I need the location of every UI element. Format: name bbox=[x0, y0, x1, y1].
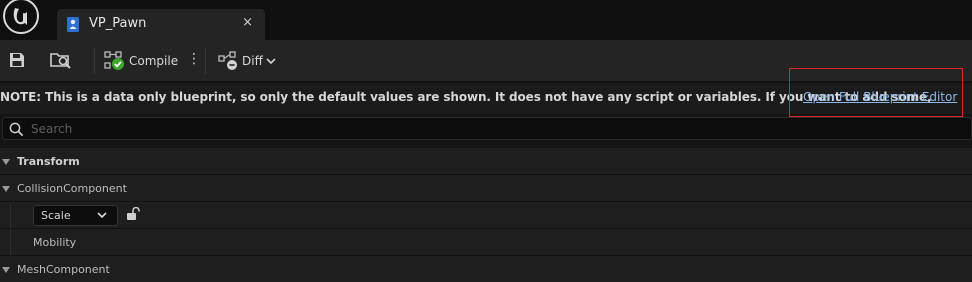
chevron-down-icon bbox=[266, 58, 276, 65]
toolbar: Compile ⋮ Diff bbox=[0, 40, 972, 82]
expand-arrow-icon[interactable] bbox=[2, 159, 10, 165]
compile-icon bbox=[104, 51, 124, 70]
close-tab-button[interactable]: × bbox=[242, 15, 253, 30]
diff-button[interactable]: Diff bbox=[218, 50, 276, 72]
title-bar: VP_Pawn × bbox=[0, 0, 972, 40]
save-icon[interactable] bbox=[8, 51, 26, 69]
unreal-logo-icon[interactable] bbox=[1, 0, 41, 36]
compile-button[interactable]: Compile bbox=[104, 50, 178, 72]
expand-arrow-icon[interactable] bbox=[2, 186, 10, 192]
diff-icon bbox=[218, 51, 237, 70]
category-label: Transform bbox=[17, 155, 80, 168]
mobility-label: Mobility bbox=[33, 236, 77, 249]
toolbar-separator bbox=[205, 48, 206, 74]
search-box bbox=[2, 117, 972, 140]
compile-label: Compile bbox=[129, 54, 179, 68]
tab-vp-pawn[interactable]: VP_Pawn × bbox=[57, 9, 265, 40]
diff-label: Diff bbox=[242, 54, 263, 68]
toolbar-separator bbox=[94, 48, 95, 74]
indent-guide bbox=[10, 229, 11, 255]
category-label: CollisionComponent bbox=[17, 182, 127, 195]
scale-dropdown-value: Scale bbox=[41, 209, 71, 222]
scale-dropdown[interactable]: Scale bbox=[33, 205, 118, 226]
category-label: MeshComponent bbox=[17, 263, 110, 276]
tab-title: VP_Pawn bbox=[89, 16, 147, 31]
search-icon bbox=[9, 122, 24, 137]
data-only-notice: NOTE: This is a data only blueprint, so … bbox=[0, 84, 972, 114]
compile-options-button[interactable]: ⋮ bbox=[187, 52, 201, 66]
notice-text: NOTE: This is a data only blueprint, so … bbox=[0, 90, 932, 104]
scale-row: Scale bbox=[0, 202, 972, 229]
blueprint-icon bbox=[67, 17, 79, 32]
open-full-blueprint-editor-link[interactable]: Open Full Blueprint Editor bbox=[803, 90, 957, 104]
category-transform[interactable]: Transform bbox=[0, 148, 972, 175]
mobility-row: Mobility bbox=[0, 229, 972, 256]
indent-guide bbox=[10, 202, 11, 228]
category-collision-component[interactable]: CollisionComponent bbox=[0, 175, 972, 202]
chevron-down-icon bbox=[97, 212, 107, 219]
search-input[interactable] bbox=[31, 120, 931, 137]
browse-icon[interactable] bbox=[50, 50, 72, 70]
unlock-icon[interactable] bbox=[126, 207, 140, 222]
category-mesh-component[interactable]: MeshComponent bbox=[0, 256, 972, 282]
expand-arrow-icon[interactable] bbox=[2, 267, 10, 273]
